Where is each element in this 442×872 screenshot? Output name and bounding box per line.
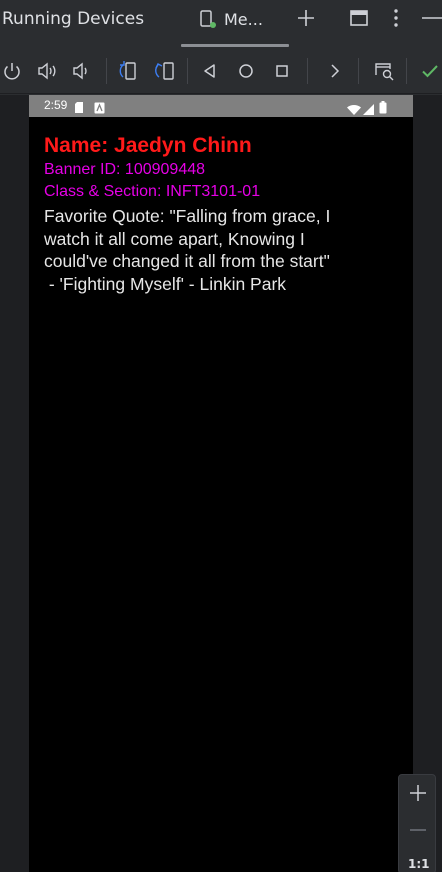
zoom-in-plus-icon[interactable] (405, 780, 431, 806)
rotate-right-icon[interactable] (153, 59, 177, 83)
toolbar-separator (106, 58, 107, 84)
overview-square-icon[interactable] (270, 59, 294, 83)
volume-down-icon[interactable] (69, 59, 93, 83)
quote-line: Favorite Quote: "Falling from grace, I (44, 206, 331, 226)
battery-icon (379, 99, 387, 118)
screenshot-search-icon[interactable] (372, 59, 396, 83)
wifi-icon (347, 100, 361, 119)
checkmark-icon[interactable] (418, 59, 442, 83)
home-circle-icon[interactable] (234, 59, 258, 83)
banner-id: Banner ID: 100909448 (44, 161, 206, 178)
back-triangle-icon[interactable] (198, 59, 222, 83)
sd-card-icon (74, 99, 84, 118)
device-screen[interactable]: 2:59 Name: Jaedyn Chinn Banner ID: 10090… (29, 95, 413, 872)
toolbar-separator (187, 58, 188, 84)
device-toolbar (0, 48, 442, 94)
title-bar: Running Devices Me... (0, 0, 442, 47)
maximize-icon[interactable] (347, 6, 371, 30)
student-name: Name: Jaedyn Chinn (44, 134, 252, 157)
cell-signal-icon (363, 100, 374, 119)
more-vert-icon[interactable] (384, 6, 408, 30)
minimize-icon[interactable] (420, 6, 442, 30)
toolbar-separator (406, 58, 407, 84)
toolbar-separator (358, 58, 359, 84)
quote-line: watch it all come apart, Knowing I (44, 228, 305, 249)
app-content: Name: Jaedyn Chinn Banner ID: 100909448 … (44, 133, 404, 295)
class-section: Class & Section: INFT3101-01 (44, 183, 261, 200)
status-time: 2:59 (44, 98, 68, 112)
window-title: Running Devices (2, 9, 145, 29)
rotate-left-icon[interactable] (116, 59, 140, 83)
power-icon[interactable] (0, 59, 24, 83)
volume-up-icon[interactable] (35, 59, 59, 83)
status-bar: 2:59 (29, 95, 413, 117)
favorite-quote: Favorite Quote: "Falling from grace, I w… (44, 205, 404, 295)
quote-line: could've changed it all from the start" (44, 251, 330, 271)
phone-icon (200, 10, 216, 28)
zoom-out-minus-icon[interactable] (405, 817, 431, 843)
quote-line: - 'Fighting Myself' - Linkin Park (44, 273, 287, 294)
toolbar-separator (307, 58, 308, 84)
zoom-controls: 1:1 (398, 774, 436, 872)
tab-label: Me... (224, 10, 263, 29)
zoom-reset-button[interactable]: 1:1 (408, 857, 430, 871)
chevron-right-icon[interactable] (322, 59, 346, 83)
plus-icon[interactable] (294, 6, 318, 30)
tab-active-indicator (181, 44, 289, 47)
notification-icon (94, 99, 105, 118)
tab-device[interactable]: Me... (181, 0, 289, 47)
